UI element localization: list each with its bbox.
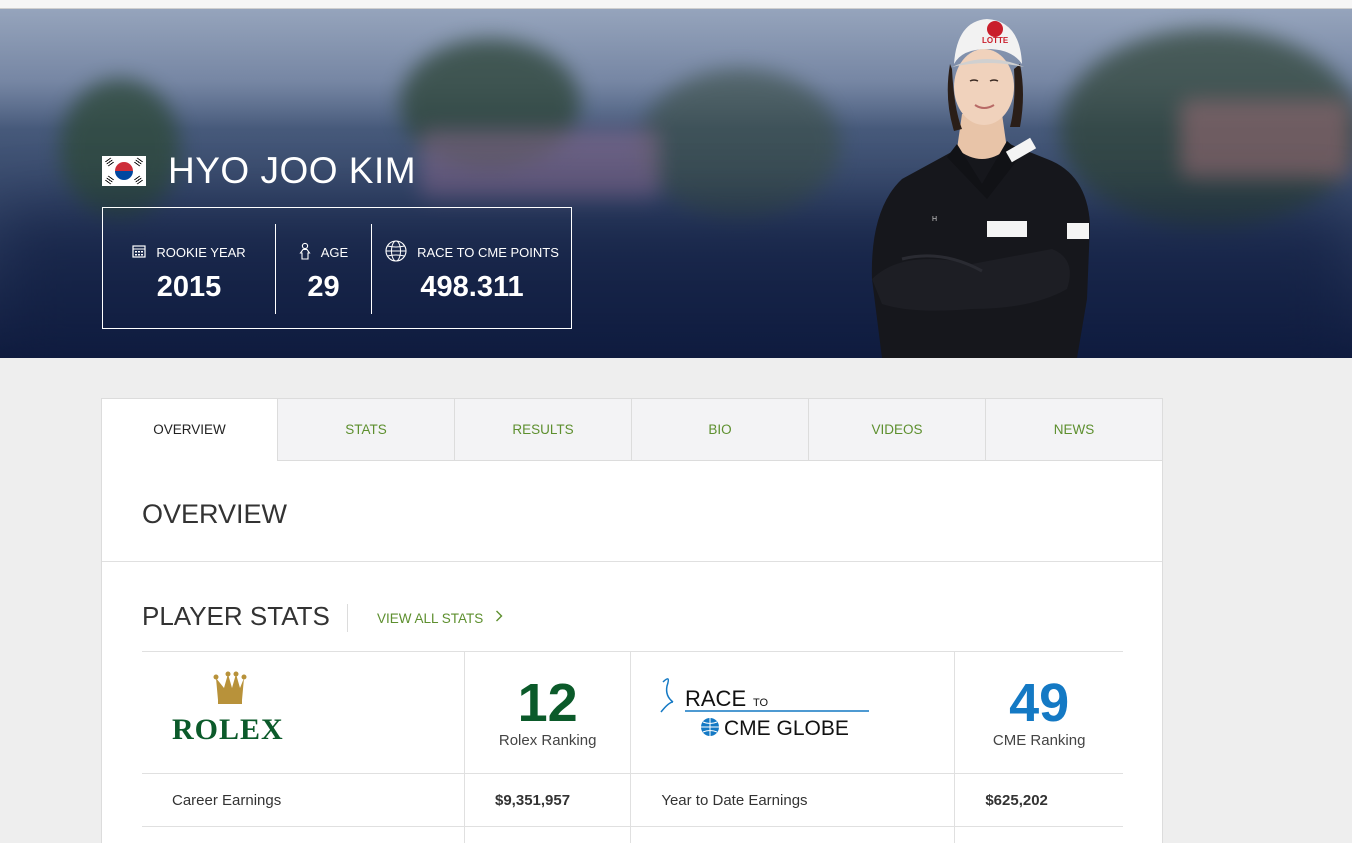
svg-text:TO: TO — [753, 697, 769, 709]
stat-age: AGE 29 — [276, 224, 371, 314]
table-row: Career Earnings $9,351,957 Year to Date … — [142, 773, 1123, 827]
svg-text:CME GLOBE: CME GLOBE — [724, 717, 849, 740]
tab-news[interactable]: NEWS — [985, 399, 1162, 460]
overview-heading: OVERVIEW — [142, 499, 288, 529]
player-photo: LOTTE H — [871, 19, 1090, 358]
section-divider — [102, 561, 1162, 562]
cme-ranking-label: CME Ranking — [992, 732, 1086, 749]
svg-text:RACE: RACE — [685, 686, 746, 711]
browser-top-edge — [0, 0, 1352, 9]
rolex-logo-cell: ROLEX — [142, 651, 465, 774]
player-name: HYO JOO KIM — [168, 150, 417, 191]
rolex-logo: ROLEX — [172, 671, 284, 746]
cme-ranking-cell: 49 CME Ranking — [954, 651, 1123, 774]
ytd-earnings-value: $625,202 — [954, 773, 1123, 827]
rolex-ranking-label: Rolex Ranking — [498, 732, 597, 749]
table-row — [142, 826, 1123, 843]
calendar-icon — [132, 244, 146, 261]
cme-ranking-value: 49 — [1009, 673, 1070, 733]
tab-stats[interactable]: STATS — [277, 399, 454, 460]
tab-results[interactable]: RESULTS — [454, 399, 631, 460]
player-stats-heading: PLAYER STATS — [142, 601, 330, 631]
view-all-stats-link[interactable]: VIEW ALL STATS — [377, 609, 503, 627]
race-to-cme-globe-logo: RACE TO CME GLOBE — [660, 678, 870, 740]
profile-tabs: OVERVIEW STATS RESULTS BIO VIDEOS NEWS — [102, 399, 1162, 461]
korea-flag-icon — [102, 156, 146, 186]
stat-rookie-year: ROOKIE YEAR 2015 — [103, 224, 275, 314]
stat-cme-points: RACE TO CME POINTS 498.311 — [372, 224, 572, 314]
career-earnings-label: Career Earnings — [142, 773, 465, 827]
svg-text:ROLEX: ROLEX — [172, 713, 284, 746]
player-quick-stats: ROOKIE YEAR 2015 AGE 29 RACE TO CME POIN… — [102, 207, 572, 329]
player-stats-table: ROLEX 12 Rolex Ranking RACE TO CME GLOBE — [142, 651, 1123, 843]
cme-logo-cell: RACE TO CME GLOBE — [630, 651, 955, 774]
player-profile-card: OVERVIEW STATS RESULTS BIO VIDEOS NEWS O… — [101, 398, 1163, 843]
career-earnings-value: $9,351,957 — [463, 773, 631, 827]
tab-overview[interactable]: OVERVIEW — [102, 399, 277, 461]
person-icon — [299, 242, 311, 263]
svg-text:H: H — [932, 216, 937, 223]
rolex-ranking-cell: 12 Rolex Ranking — [463, 651, 631, 774]
tab-bio[interactable]: BIO — [631, 399, 808, 460]
rolex-ranking-value: 12 — [517, 673, 578, 733]
svg-text:LOTTE: LOTTE — [982, 36, 1009, 45]
ytd-earnings-label: Year to Date Earnings — [630, 773, 955, 827]
globe-icon — [385, 239, 407, 265]
chevron-right-icon — [495, 609, 503, 627]
tab-videos[interactable]: VIDEOS — [808, 399, 985, 460]
player-name-heading: HYO JOO KIM — [102, 150, 416, 192]
